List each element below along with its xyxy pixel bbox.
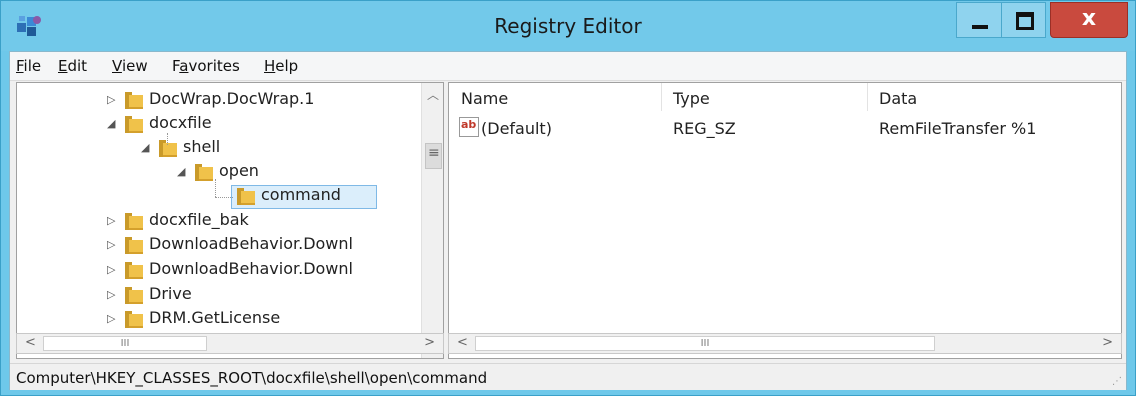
folder-open-icon	[123, 115, 143, 133]
tree-item-drive[interactable]: ▷ Drive	[107, 284, 407, 308]
value-data: RemFileTransfer %1	[879, 119, 1037, 138]
menu-view[interactable]: View	[112, 57, 148, 75]
folder-icon	[235, 187, 255, 205]
tree-item-docxfile-bak[interactable]: ▷ docxfile_bak	[107, 210, 407, 234]
menu-edit[interactable]: Edit	[58, 57, 87, 75]
scroll-thumb[interactable]: III	[475, 336, 935, 351]
column-header-data[interactable]: Data	[879, 89, 917, 108]
tree-item-open[interactable]: ◢ open	[177, 161, 397, 185]
client-area: File Edit View Favorites Help ▷ DocWrap.…	[9, 51, 1127, 390]
value-type: REG_SZ	[673, 119, 736, 138]
tree-item-downloadbehavior-1[interactable]: ▷ DownloadBehavior.Downl	[107, 234, 417, 258]
value-name: (Default)	[481, 119, 552, 138]
column-separator	[661, 83, 662, 111]
tree-item-command[interactable]: command	[235, 185, 385, 209]
tree-item-shell[interactable]: ◢ shell	[141, 137, 401, 161]
tree-line	[215, 197, 233, 199]
expand-arrow-icon[interactable]: ▷	[107, 263, 115, 276]
tree-vertical-scrollbar[interactable]: ︿ ﹀	[421, 83, 443, 358]
folder-icon	[123, 91, 143, 109]
tree-line	[215, 179, 217, 197]
tree-item-drm-getlicense[interactable]: ▷ DRM.GetLicense	[107, 308, 407, 332]
menu-bar: File Edit View Favorites Help	[10, 52, 1126, 81]
scroll-right-icon[interactable]: >	[1102, 335, 1113, 350]
maximize-button[interactable]	[1002, 2, 1046, 38]
scroll-thumb[interactable]	[425, 143, 442, 169]
expand-arrow-icon[interactable]: ▷	[107, 93, 115, 106]
minimize-button[interactable]	[956, 2, 1002, 38]
expand-arrow-icon[interactable]: ▷	[107, 238, 115, 251]
close-icon: x	[1081, 6, 1097, 31]
expand-arrow-icon[interactable]: ▷	[107, 214, 115, 227]
menu-help[interactable]: Help	[264, 57, 298, 75]
folder-icon	[123, 310, 143, 328]
collapse-arrow-icon[interactable]: ◢	[141, 141, 149, 154]
column-separator	[867, 83, 868, 111]
tree-item-downloadbehavior-2[interactable]: ▷ DownloadBehavior.Downl	[107, 259, 417, 283]
status-bar: Computer\HKEY_CLASSES_ROOT\docxfile\shel…	[10, 363, 1126, 390]
folder-icon	[123, 212, 143, 230]
collapse-arrow-icon[interactable]: ◢	[107, 117, 115, 130]
status-path: Computer\HKEY_CLASSES_ROOT\docxfile\shel…	[16, 369, 488, 387]
expand-arrow-icon[interactable]: ▷	[107, 288, 115, 301]
key-tree-pane[interactable]: ▷ DocWrap.DocWrap.1 ◢ docxfile ◢ shell ◢…	[16, 82, 444, 359]
menu-file[interactable]: File	[16, 57, 41, 75]
registry-editor-window: Registry Editor x File Edit View Favorit…	[0, 0, 1136, 396]
tree-item-docwrap[interactable]: ▷ DocWrap.DocWrap.1	[107, 89, 407, 113]
resize-grip-icon[interactable]: ⋰	[1112, 376, 1122, 387]
folder-icon	[123, 236, 143, 254]
scroll-left-icon[interactable]: <	[25, 335, 36, 350]
tree-item-docxfile[interactable]: ◢ docxfile	[107, 113, 407, 137]
folder-icon	[123, 261, 143, 279]
string-value-icon: ab	[459, 117, 479, 137]
scroll-left-icon[interactable]: <	[457, 335, 468, 350]
values-list-pane[interactable]: Name Type Data ab (Default) REG_SZ RemFi…	[448, 82, 1122, 359]
folder-open-icon	[193, 163, 213, 181]
column-header-type[interactable]: Type	[673, 89, 710, 108]
list-horizontal-scrollbar[interactable]: < III >	[448, 333, 1122, 354]
scroll-thumb[interactable]: III	[43, 336, 207, 351]
scroll-up-icon[interactable]: ︿	[427, 86, 439, 103]
column-header-name[interactable]: Name	[461, 89, 508, 108]
collapse-arrow-icon[interactable]: ◢	[177, 165, 185, 178]
scroll-right-icon[interactable]: >	[424, 335, 435, 350]
close-button[interactable]: x	[1050, 2, 1128, 38]
tree-line	[167, 133, 169, 145]
folder-icon	[123, 286, 143, 304]
menu-favorites[interactable]: Favorites	[172, 57, 240, 75]
title-bar[interactable]: Registry Editor x	[1, 1, 1135, 51]
expand-arrow-icon[interactable]: ▷	[107, 312, 115, 325]
tree-horizontal-scrollbar[interactable]: < III >	[16, 333, 444, 354]
